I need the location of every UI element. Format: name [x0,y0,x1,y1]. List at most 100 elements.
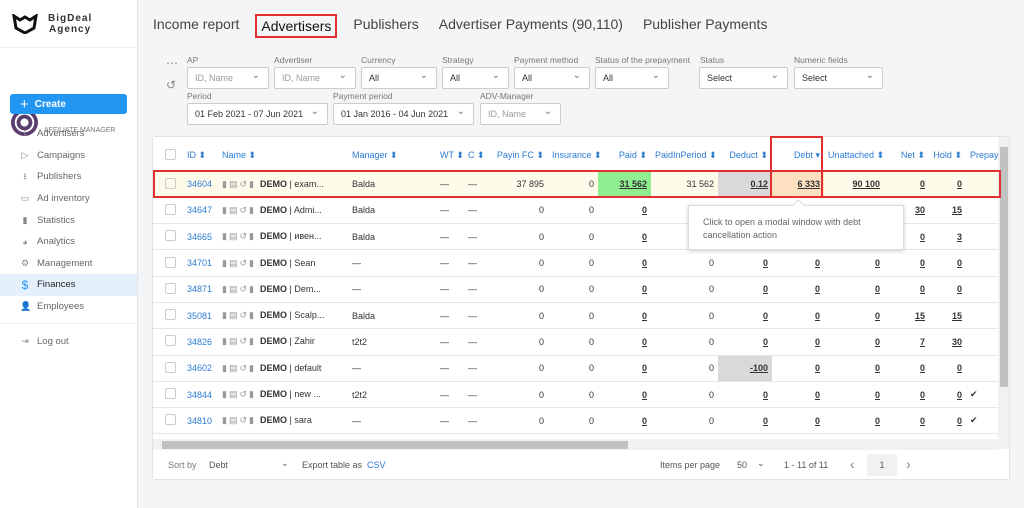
document-icon[interactable]: ▮ [249,205,256,215]
net-cell[interactable]: 0 [884,276,929,303]
payment-period-select[interactable]: 01 Jan 2016 - 04 Jun 2021 [333,103,474,125]
net-cell[interactable]: 15 [884,302,929,330]
unattached-cell[interactable]: 0 [824,276,884,303]
net-cell[interactable]: 0 [884,407,929,435]
numeric-fields-select[interactable]: Select [794,67,883,89]
period-select[interactable]: 01 Feb 2021 - 07 Jun 2021 [187,103,328,125]
postback-icon[interactable]: ▤ [229,389,240,399]
paid-cell[interactable]: 0 [598,302,651,330]
next-page-button[interactable]: › [906,456,911,472]
column-header-id[interactable]: ID ⬍ [183,141,218,172]
page-number[interactable]: 1 [867,454,897,476]
id-link[interactable]: 34871 [183,276,218,303]
hold-cell[interactable]: 0 [929,249,966,277]
sidebar-item-ad-inventory[interactable]: ▭ Ad inventory [0,188,137,210]
status-select[interactable]: Select [699,67,788,89]
table-row[interactable]: 34810 ▮▤↺▮ DEMO | sara — — —0 0 0 0 0 0 0 0 0 ✔ [153,407,998,435]
unattached-cell[interactable]: 0 [824,355,884,382]
hold-cell[interactable]: 30 [929,328,966,356]
hold-cell[interactable]: 0 [929,407,966,435]
column-header-name[interactable]: Name ⬍ [218,141,348,172]
deduct-cell[interactable]: -100 [718,355,772,382]
deduct-cell[interactable]: 0.12 [718,171,772,198]
hold-cell[interactable]: 15 [929,197,966,225]
unattached-cell[interactable]: 0 [824,381,884,409]
paid-cell[interactable]: 0 [598,381,651,409]
paid-cell[interactable]: 0 [598,328,651,356]
row-checkbox[interactable] [153,223,183,251]
document-icon[interactable]: ▮ [249,231,256,241]
debt-cell[interactable]: 6 333 [772,171,824,198]
column-header-paid[interactable]: Paid ⬍ [598,141,651,172]
row-checkbox[interactable] [153,171,183,198]
unattached-cell[interactable]: 90 100 [824,171,884,198]
unattached-cell[interactable]: 0 [824,302,884,330]
hold-cell[interactable]: 0 [929,381,966,409]
postback-icon[interactable]: ▤ [229,284,240,294]
debt-cell[interactable]: 0 [772,381,824,409]
postback-icon[interactable]: ▤ [229,310,240,320]
column-header-wt[interactable]: WT ⬍ [436,141,464,172]
column-header-unattached[interactable]: Unattached ⬍ [824,141,884,172]
paid-cell[interactable]: 0 [598,249,651,277]
ap-select[interactable]: ID, Name [187,67,269,89]
table-row[interactable]: 34871 ▮▤↺▮ DEMO | Dem... — — —0 0 0 0 0 0 0 0 0 [153,276,998,303]
row-checkbox[interactable] [153,276,183,303]
id-link[interactable]: 34826 [183,328,218,356]
sidebar-item-campaigns[interactable]: ▷ Campaigns [0,145,137,167]
select-all-checkbox[interactable] [153,141,183,172]
tab-income-report[interactable]: Income report [153,14,243,38]
row-checkbox[interactable] [153,249,183,277]
statistics-icon[interactable]: ▮ [222,179,229,189]
history-icon[interactable]: ↺ [239,336,249,346]
table-row[interactable]: 34604 ▮▤↺▮ DEMO | exam... Balda — —37 895 0 3… [153,171,998,198]
row-checkbox[interactable] [153,328,183,356]
debt-cell[interactable]: 0 [772,302,824,330]
column-header-paidinperiod[interactable]: PaidInPeriod ⬍ [651,141,718,172]
hold-cell[interactable]: 3 [929,223,966,251]
net-cell[interactable]: 7 [884,328,929,356]
unattached-cell[interactable]: 0 [824,249,884,277]
postback-icon[interactable]: ▤ [229,179,240,189]
vertical-scrollbar[interactable] [998,137,1009,449]
create-button[interactable]: + Create [10,94,127,114]
statistics-icon[interactable]: ▮ [222,205,229,215]
row-checkbox[interactable] [153,355,183,382]
advertiser-select[interactable]: ID, Name [274,67,356,89]
row-checkbox[interactable] [153,407,183,435]
column-header-deduct[interactable]: Deduct ⬍ [718,141,772,172]
unattached-cell[interactable]: 0 [824,328,884,356]
history-icon[interactable]: ↺ [239,415,249,425]
deduct-cell[interactable]: 0 [718,407,772,435]
id-link[interactable]: 34665 [183,223,218,251]
hold-cell[interactable]: 15 [929,302,966,330]
row-checkbox[interactable] [153,197,183,225]
deduct-cell[interactable]: 0 [718,328,772,356]
sidebar-item-statistics[interactable]: ▮ Statistics [0,209,137,231]
export-csv-link[interactable]: CSV [367,460,386,470]
id-link[interactable]: 34844 [183,381,218,409]
paid-cell[interactable]: 0 [598,197,651,225]
paid-cell[interactable]: 0 [598,223,651,251]
paid-cell[interactable]: 0 [598,407,651,435]
items-per-page-select[interactable]: 50 ⌄ [737,458,767,470]
statistics-icon[interactable]: ▮ [222,231,229,241]
net-cell[interactable]: 0 [884,171,929,198]
statistics-icon[interactable]: ▮ [222,258,229,268]
row-checkbox[interactable] [153,381,183,409]
history-icon[interactable]: ↺ [239,389,249,399]
history-icon[interactable]: ↺ [239,231,249,241]
id-link[interactable]: 35081 [183,302,218,330]
logout-button[interactable]: ⇥ Log out [0,330,137,352]
postback-icon[interactable]: ▤ [229,258,240,268]
row-checkbox[interactable] [153,302,183,330]
deduct-cell[interactable]: 0 [718,249,772,277]
hold-cell[interactable]: 0 [929,276,966,303]
deduct-cell[interactable]: 0 [718,302,772,330]
history-icon[interactable]: ↺ [239,179,249,189]
postback-icon[interactable]: ▤ [229,363,240,373]
document-icon[interactable]: ▮ [249,258,256,268]
id-link[interactable]: 34810 [183,407,218,435]
payment-method-select[interactable]: All [514,67,590,89]
prev-page-button[interactable]: ‹ [850,456,855,472]
